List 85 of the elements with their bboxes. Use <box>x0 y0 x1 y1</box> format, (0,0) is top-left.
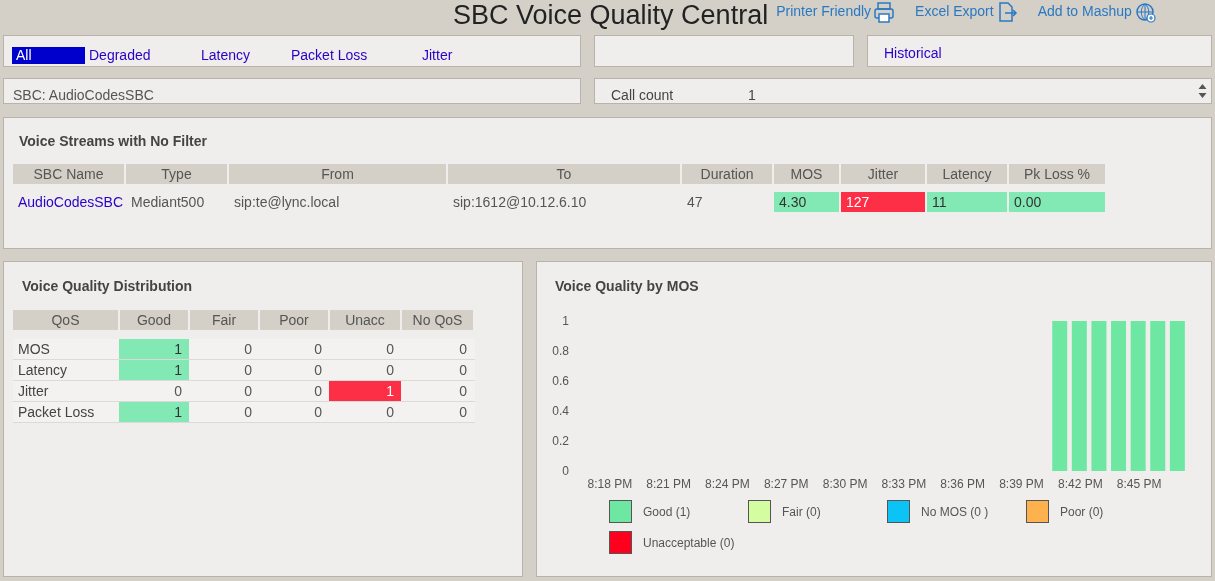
table-cell-text: 0 <box>313 361 323 380</box>
page-title: SBC Voice Quality Central <box>453 0 769 30</box>
table-cell-text: 0 <box>243 382 253 401</box>
x-tick-label: 8:39 PM <box>999 477 1044 491</box>
table-cell-text: 0 <box>458 361 468 380</box>
table-cell-text: sip:te@lync.local <box>233 193 341 212</box>
y-tick-label: 0.8 <box>551 344 569 358</box>
legend-label: Fair (0) <box>782 503 821 521</box>
column-header: Type <box>126 164 227 184</box>
filter-tab[interactable]: Jitter <box>418 47 478 64</box>
column-header: No QoS <box>402 310 473 330</box>
x-tick-label: 8:36 PM <box>940 477 986 491</box>
spinner-icon[interactable] <box>1198 82 1207 100</box>
x-tick-label: 8:45 PM <box>1116 477 1162 491</box>
table-cell: 4.30 <box>774 192 839 212</box>
sbc-label: SBC: AudioCodesSBC <box>13 87 154 103</box>
globe-plus-icon <box>1133 1 1156 23</box>
y-tick-label: 0.6 <box>551 374 569 388</box>
table-cell-text: 0 <box>313 403 323 422</box>
panel-title: Voice Quality Distribution <box>22 277 194 296</box>
table-cell: 0.00 <box>1009 192 1105 212</box>
column-header: SBC Name <box>13 164 124 184</box>
x-tick-label: 8:24 PM <box>705 477 750 491</box>
table-cell: 1 <box>119 360 189 380</box>
table-cell: 1 <box>119 402 189 422</box>
table-cell-text: 0 <box>458 403 468 422</box>
panel-title: Voice Streams with No Filter <box>19 132 208 151</box>
call-count-label: Call count <box>611 87 675 103</box>
table-cell: 11 <box>927 192 1007 212</box>
row-label: Jitter <box>17 382 50 401</box>
column-header: Poor <box>260 310 328 330</box>
filter-tab[interactable]: Degraded <box>85 47 197 64</box>
y-tick-label: 0 <box>561 464 569 478</box>
column-header: From <box>229 164 446 184</box>
table-cell-text: Mediant500 <box>130 193 206 212</box>
table-cell-text: 0 <box>385 403 395 422</box>
sbc-link[interactable]: AudioCodesSBC <box>13 192 124 212</box>
legend-label: No MOS (0 ) <box>921 503 989 521</box>
table-cell: 1 <box>329 381 401 401</box>
x-tick-label: 8:30 PM <box>822 477 868 491</box>
row-label: Latency <box>17 361 69 380</box>
column-header: Latency <box>927 164 1007 184</box>
table-cell: 1 <box>119 339 189 359</box>
row-label: MOS <box>17 340 51 359</box>
legend-label: Good (1) <box>643 503 691 521</box>
y-tick-label: 1 <box>561 314 569 328</box>
column-header: Good <box>120 310 188 330</box>
column-header: QoS <box>13 310 118 330</box>
column-header: To <box>448 164 680 184</box>
x-tick-label: 8:42 PM <box>1058 477 1103 491</box>
filter-tab[interactable]: Packet Loss <box>287 47 418 64</box>
row-label: Packet Loss <box>17 403 96 422</box>
panel-title: Voice Quality by MOS <box>555 277 700 296</box>
column-header: Fair <box>190 310 258 330</box>
column-header: Unacc <box>330 310 400 330</box>
x-tick-label: 8:18 PM <box>587 477 633 491</box>
column-header: Pk Loss % <box>1009 164 1105 184</box>
y-tick-label: 0.2 <box>551 434 569 448</box>
table-cell-text: 0 <box>458 382 468 401</box>
filter-tab[interactable]: Latency <box>197 47 287 64</box>
column-header: MOS <box>774 164 839 184</box>
table-cell-text: 0 <box>385 340 395 359</box>
x-tick-label: 8:33 PM <box>881 477 927 491</box>
legend-label: Unacceptable (0) <box>643 534 735 552</box>
filter-tab[interactable]: All <box>12 47 85 64</box>
table-cell-text: 0 <box>173 382 183 401</box>
table-cell-text: sip:1612@10.12.6.10 <box>452 193 588 212</box>
column-header: Jitter <box>841 164 925 184</box>
table-cell: 127 <box>841 192 925 212</box>
historical-link[interactable]: Historical <box>884 43 942 64</box>
table-cell-text: 0 <box>385 361 395 380</box>
table-cell-text: 0 <box>313 340 323 359</box>
y-tick-label: 0.4 <box>551 404 569 418</box>
table-cell-text: 0 <box>243 340 253 359</box>
table-cell-text: 47 <box>686 193 704 212</box>
call-count-value: 1 <box>748 87 756 103</box>
table-cell-text: 0 <box>313 382 323 401</box>
table-cell-text: 0 <box>458 340 468 359</box>
table-cell-text: 0 <box>243 361 253 380</box>
printer-icon <box>873 1 896 23</box>
x-tick-label: 8:27 PM <box>763 477 809 491</box>
legend-label: Poor (0) <box>1060 503 1104 521</box>
column-header: Duration <box>682 164 772 184</box>
table-cell-text: 0 <box>243 403 253 422</box>
x-tick-label: 8:21 PM <box>646 477 691 491</box>
